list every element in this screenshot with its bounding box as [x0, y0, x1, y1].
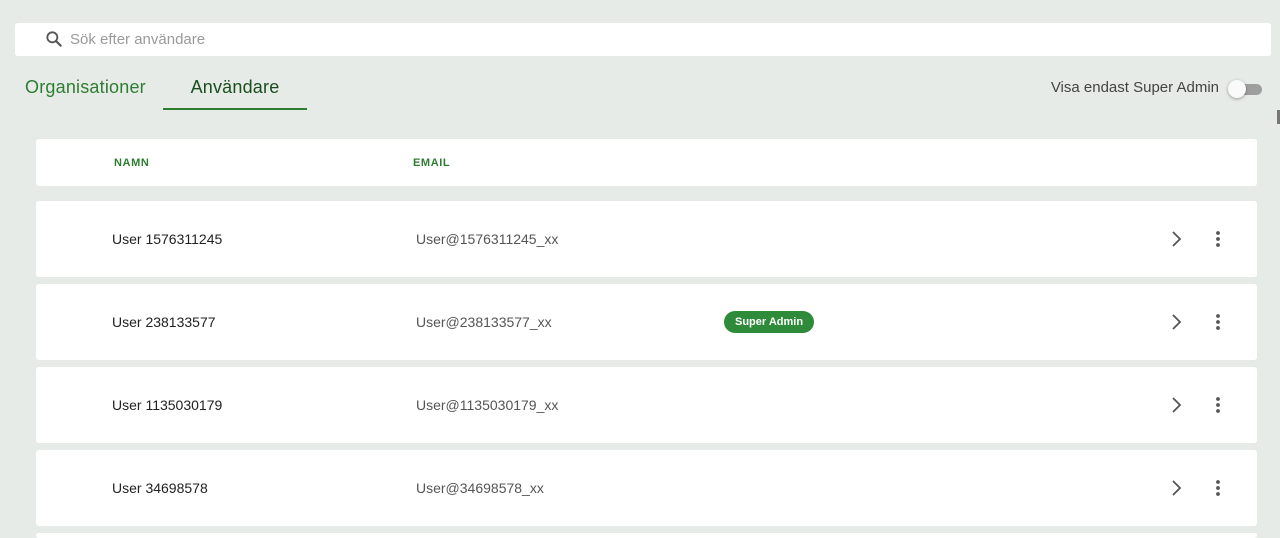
chevron-right-icon[interactable] — [1164, 393, 1188, 417]
toggle-thumb — [1228, 80, 1246, 98]
search-icon[interactable] — [44, 29, 64, 49]
chevron-right-icon[interactable] — [1164, 227, 1188, 251]
user-email: User@238133577_xx — [416, 314, 552, 330]
tab-label: Organisationer — [25, 77, 146, 97]
table-header: NAMN EMAIL — [36, 139, 1257, 186]
user-name: User 34698578 — [112, 480, 208, 496]
user-name: User 1135030179 — [112, 397, 223, 413]
column-header-email[interactable]: EMAIL — [413, 157, 450, 169]
chevron-right-icon[interactable] — [1164, 310, 1188, 334]
super-admin-toggle[interactable] — [1228, 80, 1262, 98]
super-admin-filter-label: Visa endast Super Admin — [1050, 79, 1219, 96]
user-email: User@1135030179_xx — [416, 397, 559, 413]
table-row[interactable]: User 1135030179 User@1135030179_xx — [36, 367, 1257, 443]
table-row[interactable] — [36, 533, 1257, 538]
more-vert-icon[interactable] — [1206, 476, 1230, 500]
table-row[interactable]: User 238133577 User@238133577_xx Super A… — [36, 284, 1257, 360]
more-vert-icon[interactable] — [1206, 227, 1230, 251]
search-bar — [15, 23, 1271, 56]
tab-organisationer[interactable]: Organisationer — [25, 74, 155, 110]
user-email: User@34698578_xx — [416, 480, 544, 496]
more-vert-icon[interactable] — [1206, 310, 1230, 334]
tab-label: Användare — [190, 77, 280, 97]
super-admin-badge: Super Admin — [724, 311, 815, 333]
user-email: User@1576311245_xx — [416, 231, 559, 247]
table-row[interactable]: User 34698578 User@34698578_xx — [36, 450, 1257, 526]
more-vert-icon[interactable] — [1206, 393, 1230, 417]
chevron-right-icon[interactable] — [1164, 476, 1188, 500]
user-name: User 238133577 — [112, 314, 216, 330]
column-header-name[interactable]: NAMN — [114, 157, 149, 169]
user-name: User 1576311245 — [112, 231, 223, 247]
table-row[interactable]: User 1576311245 User@1576311245_xx — [36, 201, 1257, 277]
search-input[interactable] — [70, 23, 1250, 56]
tab-anvandare[interactable]: Användare — [163, 74, 307, 110]
